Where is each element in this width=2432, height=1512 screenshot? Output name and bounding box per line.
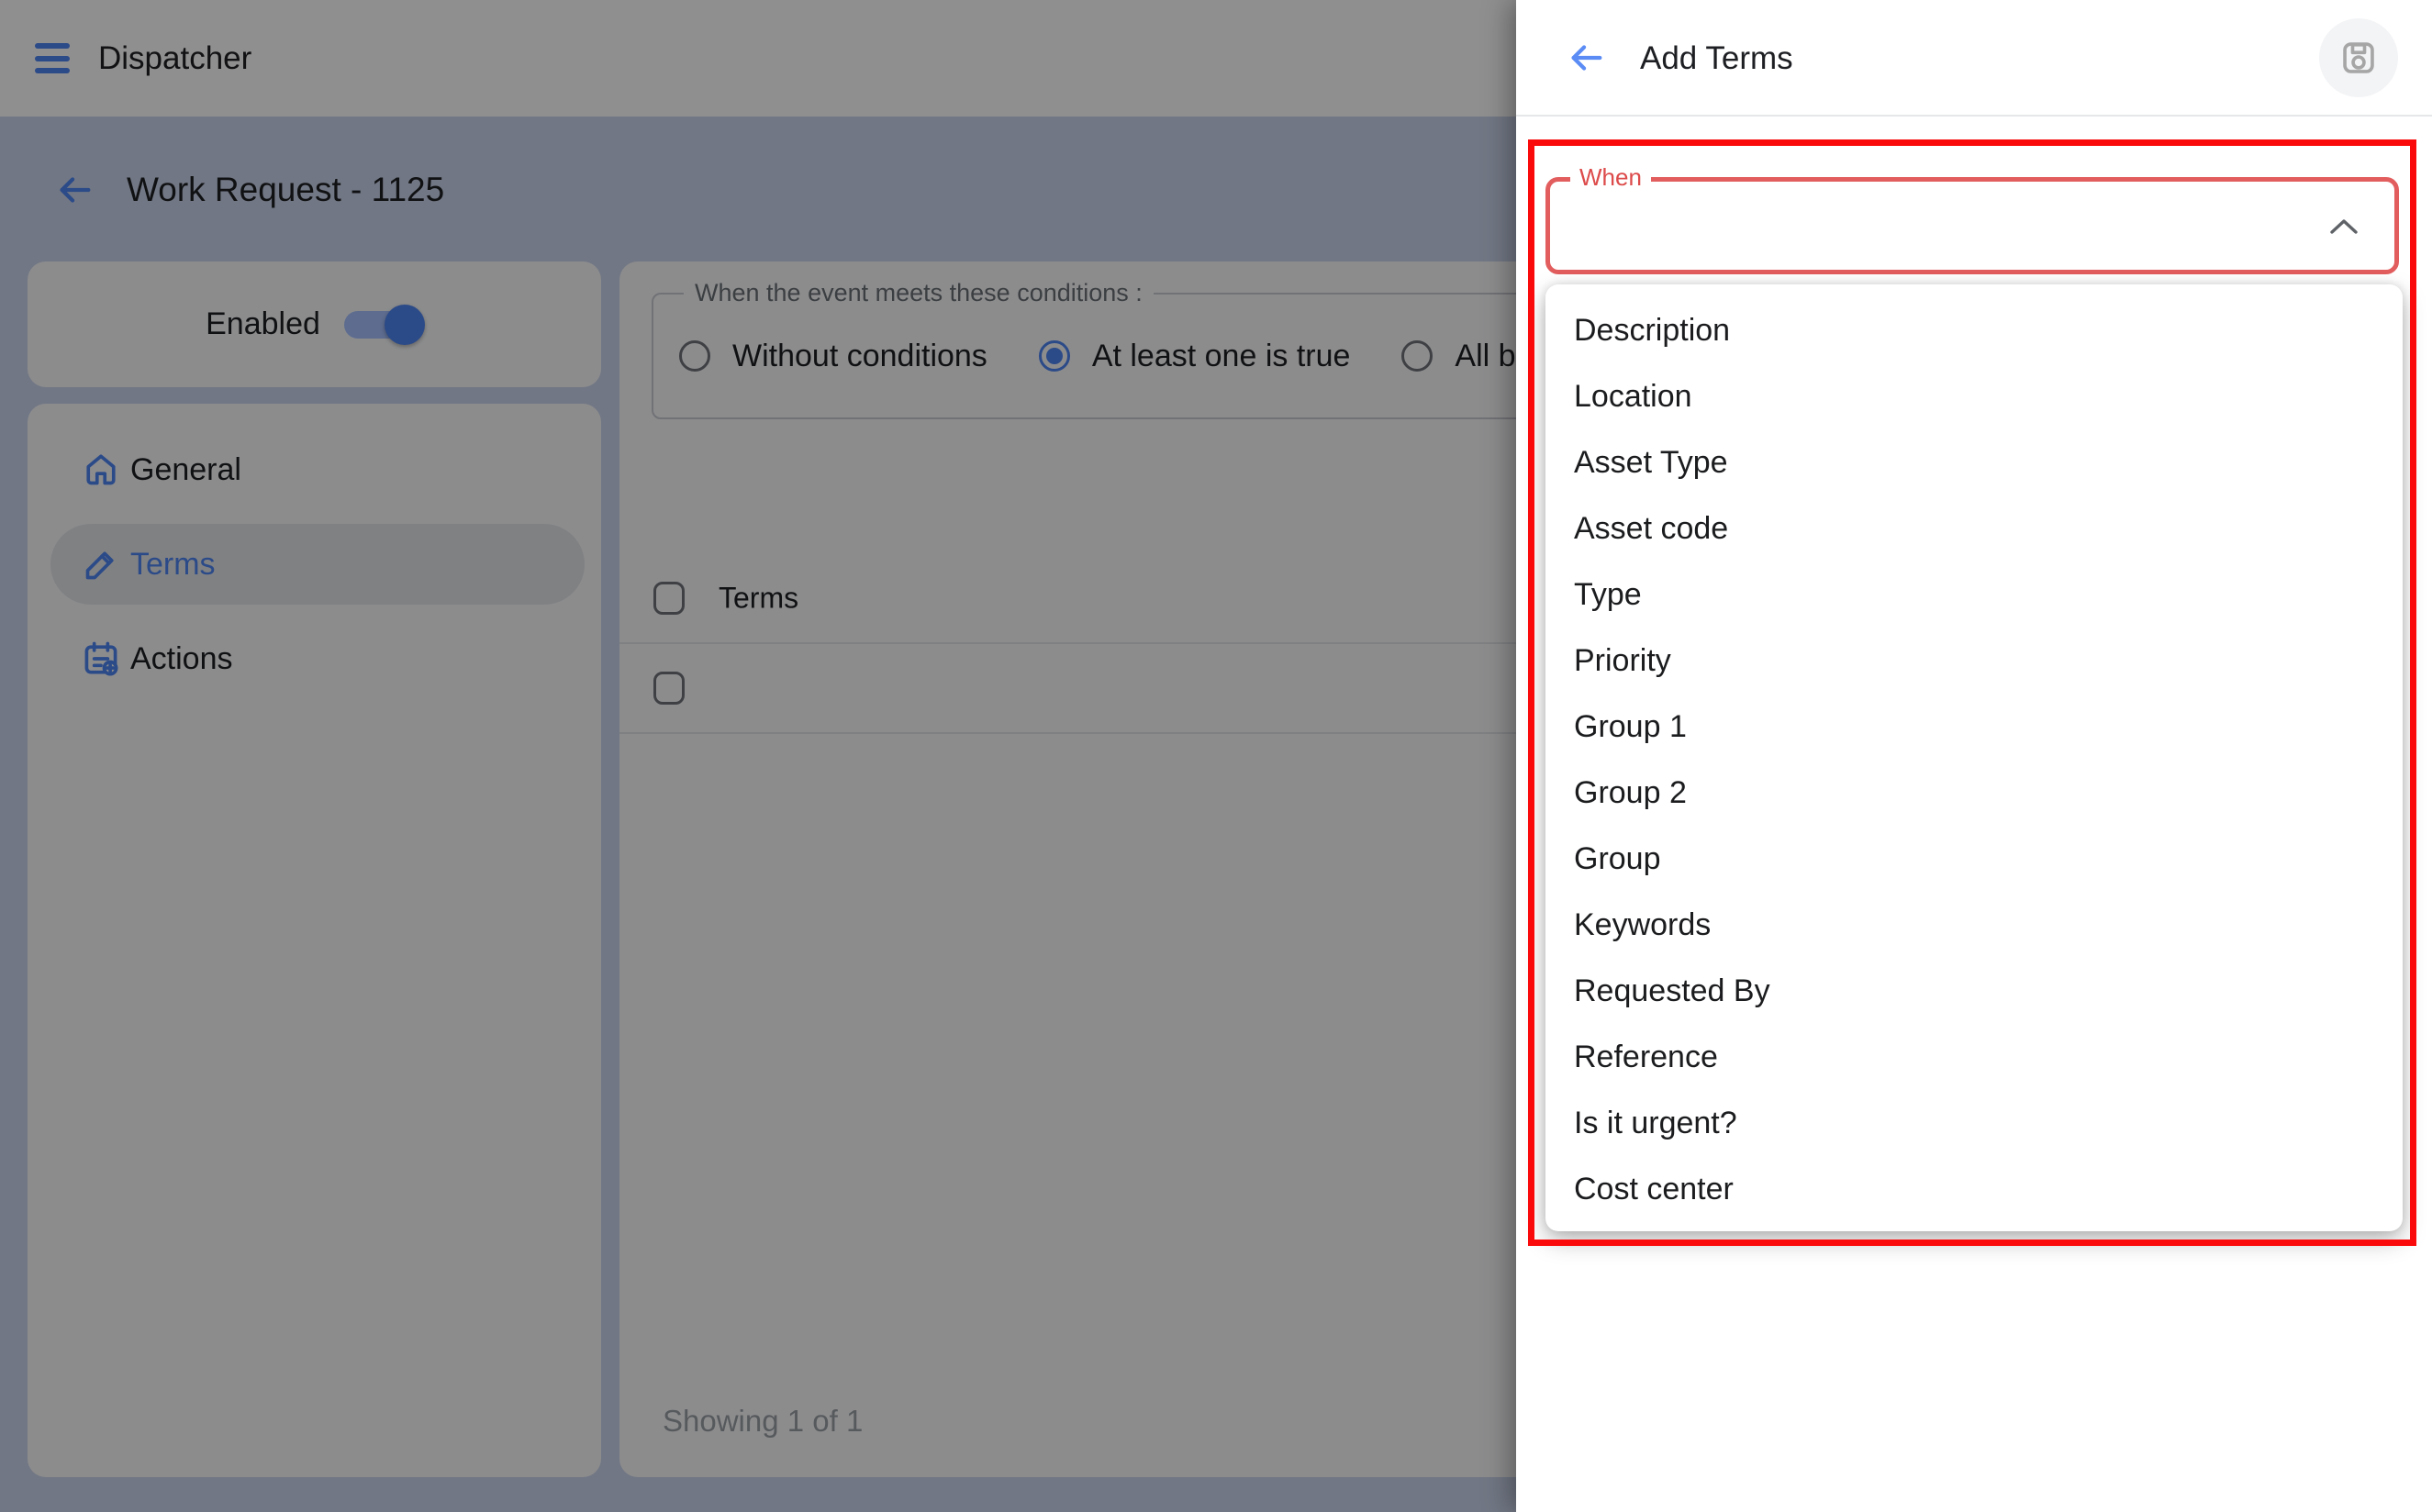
- when-options-listbox: Description Location Asset Type Asset co…: [1545, 284, 2403, 1231]
- option-asset-code[interactable]: Asset code: [1545, 495, 2403, 561]
- option-cost-center[interactable]: Cost center: [1545, 1156, 2403, 1222]
- option-is-it-urgent[interactable]: Is it urgent?: [1545, 1090, 2403, 1156]
- option-keywords[interactable]: Keywords: [1545, 892, 2403, 958]
- option-group[interactable]: Group: [1545, 826, 2403, 892]
- option-reference[interactable]: Reference: [1545, 1024, 2403, 1090]
- option-asset-type[interactable]: Asset Type: [1545, 429, 2403, 495]
- add-terms-panel: Add Terms When Description Location Asse…: [1516, 0, 2432, 1512]
- option-group-2[interactable]: Group 2: [1545, 760, 2403, 826]
- option-description[interactable]: Description: [1545, 297, 2403, 363]
- option-requested-by[interactable]: Requested By: [1545, 958, 2403, 1024]
- option-group-1[interactable]: Group 1: [1545, 694, 2403, 760]
- when-field-label: When: [1570, 163, 1651, 192]
- save-button[interactable]: [2319, 18, 2398, 97]
- option-type[interactable]: Type: [1545, 561, 2403, 628]
- panel-header: Add Terms: [1516, 0, 2432, 117]
- when-select-field[interactable]: When: [1545, 177, 2399, 274]
- save-floppy-icon: [2337, 37, 2380, 79]
- back-arrow-icon[interactable]: [1565, 37, 1607, 79]
- option-location[interactable]: Location: [1545, 363, 2403, 429]
- chevron-up-icon[interactable]: [2328, 217, 2359, 237]
- option-priority[interactable]: Priority: [1545, 628, 2403, 694]
- modal-backdrop[interactable]: [0, 0, 1516, 1512]
- panel-title: Add Terms: [1640, 0, 1793, 117]
